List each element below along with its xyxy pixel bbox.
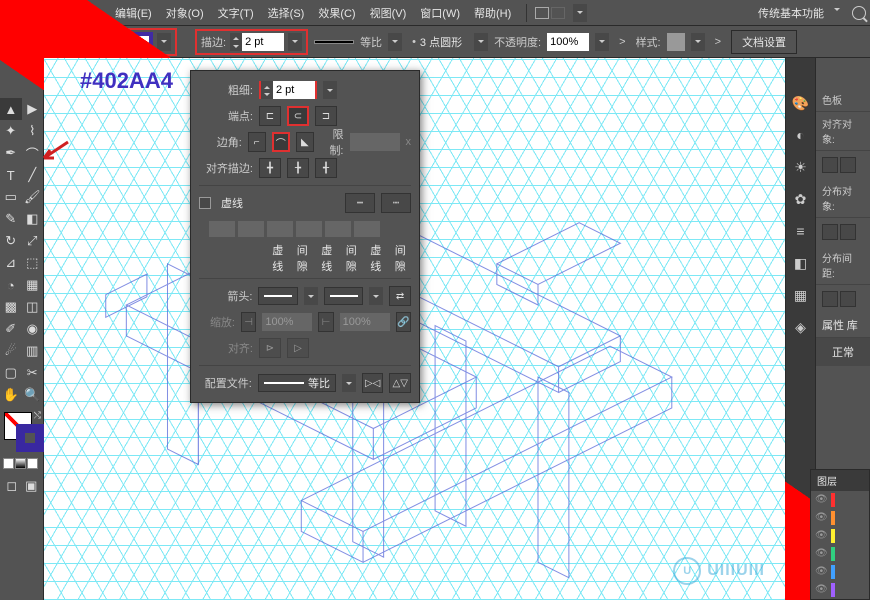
join-miter-icon[interactable]: ⌐ xyxy=(248,132,266,152)
gap-2[interactable] xyxy=(296,221,322,237)
scale-link-icon[interactable]: ⊣ xyxy=(241,312,256,332)
layers-header[interactable]: 图层 xyxy=(811,470,869,491)
gap-3[interactable] xyxy=(354,221,380,237)
cap-butt-icon[interactable]: ⊏ xyxy=(259,106,281,126)
dash-labels-row: 虚线间隙 虚线间隙 虚线间隙 xyxy=(267,242,411,274)
miter-limit-input xyxy=(350,133,400,151)
visibility-icon[interactable]: 👁 xyxy=(815,494,827,506)
visibility-icon[interactable]: 👁 xyxy=(815,548,827,560)
scale-lock-icon[interactable]: 🔗 xyxy=(396,312,411,332)
color-annotation: #402AA4 xyxy=(80,68,173,94)
watermark-icon: U xyxy=(673,557,701,585)
layer-row[interactable]: 👁 xyxy=(811,563,869,581)
join-bevel-icon[interactable]: ◣ xyxy=(296,132,314,152)
join-round-icon[interactable]: ⌒ xyxy=(272,132,290,152)
swap-arrows-icon[interactable]: ⇄ xyxy=(389,286,411,306)
visibility-icon[interactable]: 👁 xyxy=(815,530,827,542)
arrow-start-dd[interactable] xyxy=(304,287,318,305)
sp-profile-label: 配置文件: xyxy=(199,375,252,391)
visibility-icon[interactable]: 👁 xyxy=(815,584,827,596)
watermark: U UIIIUIII xyxy=(673,557,765,585)
align-stroke-center-icon[interactable]: ╋ xyxy=(259,158,281,178)
flip-along-icon[interactable]: ▷◁ xyxy=(362,373,384,393)
profile-dd[interactable] xyxy=(342,374,356,392)
layers-panel: 图层 👁 👁 👁 👁 👁 👁 xyxy=(810,469,870,600)
sp-arrow-label: 箭头: xyxy=(199,288,252,304)
align-stroke-inside-icon[interactable]: ╊ xyxy=(287,158,309,178)
limit-x: x xyxy=(406,136,412,148)
sp-limit-label: 限制: xyxy=(320,126,344,158)
layer-row[interactable]: 👁 xyxy=(811,581,869,599)
arrowhead-start[interactable] xyxy=(258,287,298,305)
profile-selector[interactable]: 等比 xyxy=(258,374,336,392)
stroke-panel: 粗细: 端点: ⊏ ⊂ ⊐ 边角: ⌐ ⌒ ◣ 限制: x 对齐描边: ╋ ╊ … xyxy=(190,70,420,403)
cap-projecting-icon[interactable]: ⊐ xyxy=(315,106,337,126)
dash-1[interactable] xyxy=(209,221,235,237)
annotation-arrow xyxy=(40,140,70,164)
arrowhead-end[interactable] xyxy=(324,287,364,305)
visibility-icon[interactable]: 👁 xyxy=(815,512,827,524)
dashed-label: 虚线 xyxy=(221,195,243,211)
color-mode-none[interactable] xyxy=(27,458,38,469)
visibility-icon[interactable]: 👁 xyxy=(815,566,827,578)
gap-1[interactable] xyxy=(238,221,264,237)
sp-corner-label: 边角: xyxy=(199,134,242,150)
arrow-scale-start xyxy=(262,313,312,331)
watermark-text: UIIIUIII xyxy=(707,562,765,580)
scale-link2-icon[interactable]: ⊢ xyxy=(318,312,333,332)
sp-align-stroke-label: 对齐描边: xyxy=(199,160,253,176)
layer-row[interactable]: 👁 xyxy=(811,527,869,545)
tool-palette: ▲▶ ✦⌇ ✒⌒ T╱ ▭🖌 ✎◧ ↻⤢ ⊿⬚ ◔▦ ▩◫ ✐◉ ☄▥ ▢✂ ✋… xyxy=(0,58,44,600)
sp-weight-spinner[interactable] xyxy=(259,81,317,99)
sp-scale-label: 缩放: xyxy=(199,314,235,330)
arrow-align-1-icon[interactable]: ⊳ xyxy=(259,338,281,358)
arrow-end-dd[interactable] xyxy=(369,287,383,305)
dashed-line-checkbox[interactable] xyxy=(199,197,211,209)
sp-weight-input[interactable] xyxy=(273,81,315,99)
dash-align-2-icon[interactable]: ┉ xyxy=(381,193,411,213)
arrow-align-2-icon[interactable]: ▷ xyxy=(287,338,309,358)
sp-weight-dropdown[interactable] xyxy=(323,81,337,99)
dash-2[interactable] xyxy=(267,221,293,237)
layer-row[interactable]: 👁 xyxy=(811,491,869,509)
sp-align-arrow-label: 对齐: xyxy=(199,340,253,356)
layer-row[interactable]: 👁 xyxy=(811,545,869,563)
layer-row[interactable]: 👁 xyxy=(811,509,869,527)
cap-round-icon[interactable]: ⊂ xyxy=(287,106,309,126)
flip-across-icon[interactable]: △▽ xyxy=(389,373,411,393)
dash-3[interactable] xyxy=(325,221,351,237)
sp-weight-label: 粗细: xyxy=(199,82,253,98)
align-stroke-outside-icon[interactable]: ╉ xyxy=(315,158,337,178)
dash-align-1-icon[interactable]: ┅ xyxy=(345,193,375,213)
arrow-scale-end xyxy=(340,313,390,331)
sp-cap-label: 端点: xyxy=(199,108,253,124)
